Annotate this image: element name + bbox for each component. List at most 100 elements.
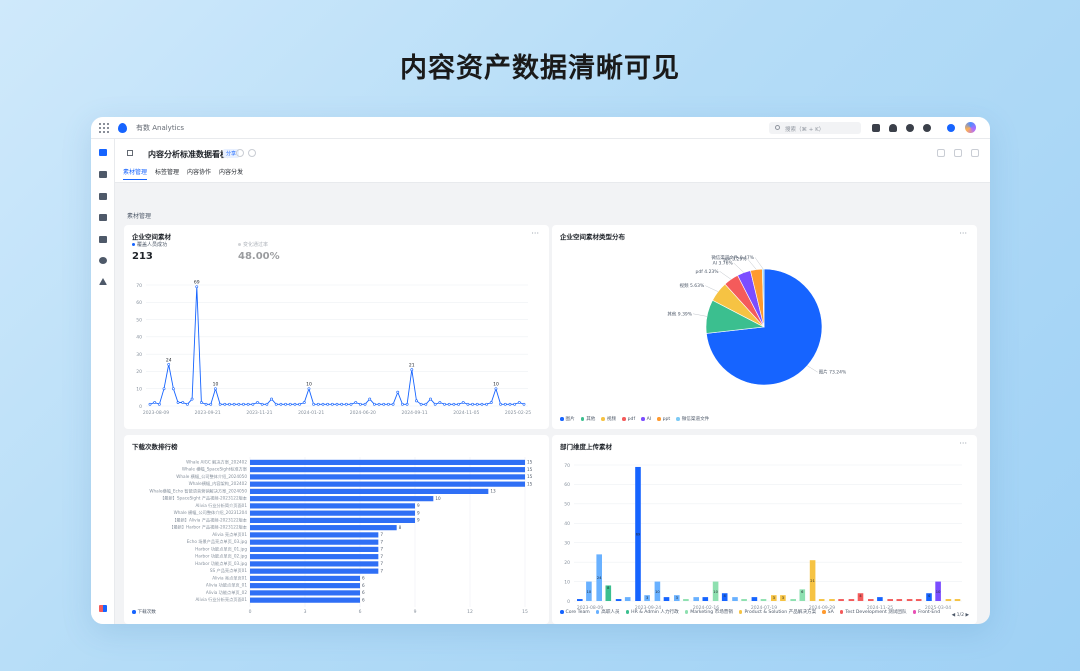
legend-pager[interactable]: ◀ 1/2 ▶ — [952, 613, 969, 618]
y-tick-label: 20 — [564, 560, 570, 566]
next-icon[interactable]: ▶ — [964, 613, 969, 618]
tab-distribution[interactable]: 内容分发 — [219, 167, 243, 180]
legend-item[interactable]: pdf — [622, 416, 635, 422]
y-tick-label: 30 — [136, 352, 142, 358]
legend-label: 图片 — [565, 417, 575, 422]
list-icon[interactable] — [99, 193, 107, 200]
main-content: 内容分析标准数据看板 分享 素材管理 标签管理 内容协作 内容分发 素材管理 企… — [115, 139, 990, 624]
filter-icon[interactable] — [954, 149, 962, 157]
bar — [751, 597, 758, 601]
data-point — [396, 390, 400, 394]
legend-item[interactable]: 图片 — [560, 416, 575, 422]
legend-item[interactable]: Product & Solution 产品解决方案 — [738, 609, 816, 615]
app-grid-icon[interactable] — [99, 123, 109, 133]
search-input[interactable]: 搜索（⌘ + K） — [769, 122, 861, 134]
bar-value: 3 — [782, 596, 784, 600]
data-point — [167, 363, 171, 366]
data-point — [186, 402, 189, 406]
data-point — [489, 401, 493, 404]
bar-label: Alivia 功能点单页_02 — [206, 589, 247, 596]
data-point — [429, 397, 432, 401]
data-point — [190, 397, 194, 401]
logo-icon — [118, 123, 127, 133]
brand-icon[interactable] — [947, 124, 955, 132]
legend-item[interactable]: Marketing 市场营销 — [684, 609, 733, 615]
legend-swatch — [622, 417, 626, 421]
avatar[interactable] — [965, 122, 976, 133]
share-icon[interactable] — [937, 149, 945, 157]
bar — [945, 599, 952, 601]
bar — [887, 599, 893, 601]
help-icon[interactable] — [923, 124, 931, 132]
leader-line — [807, 365, 818, 373]
legend-item[interactable]: 高职人员 — [595, 609, 620, 615]
bar — [760, 599, 767, 601]
x-tick-label: 2024-01-21 — [298, 410, 324, 416]
legend-item[interactable]: Test Development 测试团队 — [839, 609, 907, 615]
chart-icon[interactable] — [99, 171, 107, 178]
star-icon[interactable] — [248, 149, 256, 157]
bar-value: 15 — [527, 481, 533, 486]
bar-label: Harbor 功能点单页_03.jpg — [195, 560, 247, 567]
data-label: 24 — [166, 358, 172, 364]
bar-label: 【最新】SpaceSight 产品视频-2023122版本 — [160, 495, 248, 502]
legend-label: 其他 — [586, 417, 596, 422]
dashboard-title: 内容分析标准数据看板 — [148, 150, 228, 159]
tab-tags[interactable]: 标签管理 — [155, 167, 179, 180]
legend-item[interactable]: 其他 — [580, 416, 596, 422]
legend-item[interactable]: Front-End — [912, 609, 940, 615]
data-point — [274, 402, 278, 406]
y-tick-label: 10 — [136, 387, 142, 393]
document-icon[interactable] — [99, 236, 107, 243]
legend-item[interactable]: 微信渠道文件 — [676, 416, 709, 422]
bar — [250, 517, 415, 523]
data-point — [171, 387, 175, 391]
warning-icon[interactable] — [99, 278, 107, 285]
data-point — [466, 402, 470, 406]
legend-swatch — [132, 610, 136, 614]
tab-material[interactable]: 素材管理 — [123, 167, 148, 180]
y-tick-label: 10 — [564, 579, 570, 585]
bar-label: Alivia 功能点单页_01 — [206, 582, 247, 589]
info-icon[interactable] — [236, 149, 244, 157]
data-point — [503, 402, 507, 406]
data-point — [228, 402, 231, 406]
dashboard-icon[interactable] — [99, 149, 107, 156]
legend-swatch — [560, 610, 564, 614]
pie-icon[interactable] — [99, 257, 107, 264]
bar — [868, 599, 874, 601]
data-point — [340, 402, 344, 406]
bar — [741, 599, 747, 601]
bar-value: 7 — [380, 568, 383, 573]
tab-collab[interactable]: 内容协作 — [187, 167, 211, 180]
slice-label: 视频 5.63% — [680, 282, 705, 289]
legend-item[interactable]: Core Team — [560, 609, 590, 615]
edit-icon[interactable] — [872, 124, 880, 132]
slice-label: 其他 9.39% — [667, 310, 692, 317]
bar — [702, 597, 709, 601]
apps-icon[interactable] — [99, 605, 107, 612]
collapse-icon[interactable] — [127, 150, 133, 156]
pie-chart-card: 企业空间素材类型分布 ··· 图片 73.24% 其他 9.39% 视频 5.63%… — [552, 225, 977, 429]
sidebar — [91, 139, 115, 624]
bar-label: Whale横幅_内容架构_202402 — [189, 480, 248, 487]
data-point — [358, 402, 362, 406]
vbar-chart-card: 部门维度上传素材 ··· 0 10 20 30 40 50 60 70 2023-08-09 20… — [552, 435, 977, 624]
x-tick-label: 2023-08-09 — [143, 410, 169, 416]
trend-icon[interactable] — [99, 214, 107, 221]
x-tick-label: 3 — [304, 609, 307, 615]
legend-item[interactable]: AI — [641, 416, 651, 422]
fullscreen-icon[interactable] — [971, 149, 979, 157]
data-point — [354, 401, 358, 404]
legend-item[interactable]: 视频 — [601, 416, 616, 422]
legend-item[interactable]: ppt — [657, 416, 670, 422]
legend-swatch — [822, 610, 826, 614]
bell-icon[interactable] — [889, 124, 897, 132]
series-line — [149, 286, 525, 405]
gear-icon[interactable] — [906, 124, 914, 132]
legend-item[interactable]: HR & Admin 人力行政 — [625, 609, 679, 615]
bar-label: Alivia 行业分析亮点页面01 — [195, 596, 247, 603]
legend-label: 视频 — [606, 417, 617, 422]
data-point — [424, 402, 428, 406]
legend-item[interactable]: SA — [822, 609, 834, 615]
